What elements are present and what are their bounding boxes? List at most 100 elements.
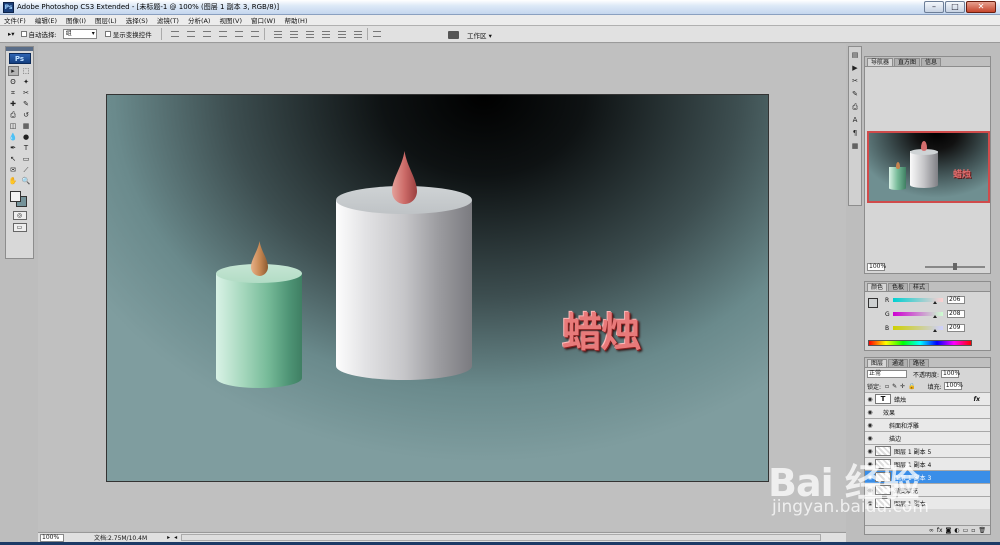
- dodge-tool-icon[interactable]: ●: [21, 132, 32, 142]
- auto-align-icon[interactable]: [371, 30, 383, 39]
- tool-presets-icon[interactable]: ✂: [850, 76, 860, 86]
- align-bottom-icon[interactable]: [201, 30, 213, 39]
- menu-help[interactable]: 帮助(H): [285, 15, 308, 25]
- lock-all-icon[interactable]: 🔒: [908, 383, 915, 390]
- link-icon[interactable]: ∞: [929, 527, 934, 534]
- layer-comps-icon[interactable]: ▦: [850, 141, 860, 151]
- distribute-bottom-icon[interactable]: [304, 30, 316, 39]
- tab-color[interactable]: 颜色: [867, 283, 888, 291]
- color-panel-swatch[interactable]: [868, 298, 878, 308]
- tab-styles[interactable]: 样式: [909, 283, 930, 291]
- visibility-eye-icon[interactable]: ◉: [865, 422, 875, 429]
- navigator-zoom-slider[interactable]: [925, 263, 985, 270]
- menu-window[interactable]: 窗口(W): [251, 15, 276, 25]
- align-left-icon[interactable]: [217, 30, 229, 39]
- mask-icon[interactable]: ◙: [946, 527, 952, 534]
- lock-transparency-icon[interactable]: ▫: [885, 383, 889, 390]
- menu-select[interactable]: 选择(S): [126, 15, 148, 25]
- blend-mode-dropdown[interactable]: 正常: [867, 370, 907, 378]
- shape-tool-icon[interactable]: ▭: [21, 154, 32, 164]
- color-spectrum[interactable]: [868, 340, 972, 346]
- layer-fx-badge[interactable]: fx: [974, 396, 980, 403]
- trash-icon[interactable]: 🗑: [978, 527, 986, 534]
- opacity-field[interactable]: 100%: [941, 370, 960, 378]
- tab-layers[interactable]: 图层: [867, 359, 888, 367]
- foreground-color-swatch[interactable]: [9, 191, 21, 202]
- g-value-field[interactable]: 208: [947, 310, 965, 318]
- g-slider[interactable]: [893, 312, 943, 318]
- healing-tool-icon[interactable]: ✚: [8, 99, 19, 109]
- pen-tool-icon[interactable]: ✒: [8, 143, 19, 153]
- distribute-hcenter-icon[interactable]: [336, 30, 348, 39]
- auto-select-dropdown[interactable]: 组: [62, 29, 97, 39]
- visibility-eye-icon[interactable]: ◉: [865, 396, 875, 403]
- lasso-tool-icon[interactable]: ʘ: [8, 77, 19, 87]
- align-hcenter-icon[interactable]: [233, 30, 245, 39]
- auto-select-checkbox[interactable]: [20, 31, 27, 37]
- crop-tool-icon[interactable]: ⌗: [8, 88, 19, 98]
- gradient-tool-icon[interactable]: ▦: [21, 121, 32, 131]
- clone-source-icon[interactable]: ⎙: [850, 102, 860, 112]
- lock-pixels-icon[interactable]: ✎: [892, 383, 897, 390]
- path-select-tool-icon[interactable]: ↖: [8, 154, 19, 164]
- horizontal-scrollbar[interactable]: [181, 534, 822, 541]
- distribute-top-icon[interactable]: [272, 30, 284, 39]
- layer-row[interactable]: ◉ T 蜡烛 fx: [865, 392, 990, 405]
- distribute-vcenter-icon[interactable]: [288, 30, 300, 39]
- navigator-zoom-field[interactable]: 100%: [867, 263, 886, 271]
- tab-histogram[interactable]: 直方图: [894, 58, 921, 66]
- eyedropper-tool-icon[interactable]: ⟋: [21, 165, 32, 175]
- layer-row[interactable]: ◉ 斜面和浮雕: [865, 418, 990, 431]
- scroll-left-icon[interactable]: ◂: [174, 534, 177, 541]
- notes-tool-icon[interactable]: ✉: [8, 165, 19, 175]
- tab-navigator[interactable]: 导航器: [867, 58, 894, 66]
- character-icon[interactable]: A: [850, 115, 860, 125]
- blur-tool-icon[interactable]: 💧: [8, 132, 19, 142]
- actions-icon[interactable]: ▶: [850, 63, 860, 73]
- new-layer-icon[interactable]: ▫: [971, 527, 975, 534]
- move-tool-preset-icon[interactable]: ▸▾: [8, 30, 15, 38]
- zoom-tool-icon[interactable]: 🔍: [21, 176, 32, 186]
- r-value-field[interactable]: 206: [947, 296, 965, 304]
- tab-swatches[interactable]: 色板: [888, 283, 909, 291]
- show-transform-option[interactable]: 显示变换控件: [104, 29, 152, 39]
- fx-icon[interactable]: fx: [937, 527, 943, 534]
- menu-image[interactable]: 图像(I): [66, 15, 86, 25]
- status-menu-arrow-icon[interactable]: ▸: [167, 534, 170, 541]
- menu-view[interactable]: 视图(V): [219, 15, 242, 25]
- adjustment-icon[interactable]: ◐: [954, 527, 959, 534]
- show-transform-checkbox[interactable]: [104, 31, 111, 37]
- menu-layer[interactable]: 图层(L): [95, 15, 117, 25]
- history-brush-tool-icon[interactable]: ↺: [21, 110, 32, 120]
- zoom-field[interactable]: 100%: [40, 533, 64, 542]
- distribute-right-icon[interactable]: [352, 30, 364, 39]
- zoom-slider-knob[interactable]: [953, 263, 957, 270]
- b-slider[interactable]: [893, 326, 943, 332]
- align-right-icon[interactable]: [249, 30, 261, 39]
- tab-paths[interactable]: 路径: [909, 359, 930, 367]
- fill-field[interactable]: 100%: [943, 382, 963, 390]
- layer-row[interactable]: ◉ 效果: [865, 405, 990, 418]
- hand-tool-icon[interactable]: ✋: [8, 176, 19, 186]
- menu-file[interactable]: 文件(F): [4, 15, 26, 25]
- type-tool-icon[interactable]: T: [21, 143, 32, 153]
- auto-select-option[interactable]: 自动选择:: [20, 29, 57, 39]
- brushes-icon[interactable]: ✎: [850, 89, 860, 99]
- align-vcenter-icon[interactable]: [185, 30, 197, 39]
- marquee-tool-icon[interactable]: ⬚: [21, 66, 32, 76]
- ps-logo[interactable]: Ps: [8, 53, 31, 64]
- magic-wand-tool-icon[interactable]: ✦: [21, 77, 32, 87]
- toolbox-grip[interactable]: [6, 47, 33, 51]
- lock-position-icon[interactable]: ✛: [900, 383, 905, 390]
- tab-channels[interactable]: 通道: [888, 359, 909, 367]
- workspace-menu[interactable]: 工作区 ▾: [448, 29, 492, 41]
- tab-info[interactable]: 信息: [921, 58, 942, 66]
- align-top-icon[interactable]: [169, 30, 181, 39]
- close-button[interactable]: ✕: [966, 1, 996, 13]
- slice-tool-icon[interactable]: ✂: [21, 88, 32, 98]
- eraser-tool-icon[interactable]: ◫: [8, 121, 19, 131]
- maximize-button[interactable]: □: [945, 1, 965, 13]
- minimize-button[interactable]: –: [924, 1, 944, 13]
- b-value-field[interactable]: 209: [947, 324, 965, 332]
- layer-row[interactable]: ◉ 描边: [865, 431, 990, 444]
